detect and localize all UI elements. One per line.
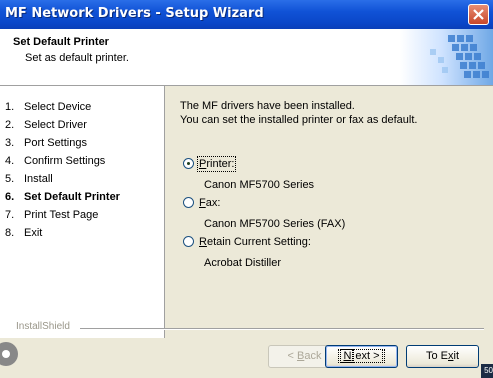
close-icon <box>473 9 484 20</box>
next-button[interactable]: Next > <box>325 345 398 368</box>
instructions: The MF drivers have been installed. You … <box>180 99 417 127</box>
step-item: 3. Port Settings <box>5 137 87 149</box>
instruction-line-1: The MF drivers have been installed. <box>180 100 355 112</box>
step-item: 4. Confirm Settings <box>5 155 106 167</box>
printer-name: Canon MF5700 Series <box>204 179 315 191</box>
step-item: 5. Install <box>5 173 53 185</box>
fax-name: Canon MF5700 Series (FAX) <box>204 218 346 230</box>
close-button[interactable] <box>468 4 489 25</box>
current-default-printer-name: Acrobat Distiller <box>204 257 282 269</box>
step-item: 8. Exit <box>5 227 43 239</box>
page-subtitle: Set as default printer. <box>25 52 129 64</box>
step-item: 1. Select Device <box>5 101 92 113</box>
instruction-line-2: You can set the installed printer or fax… <box>180 114 418 126</box>
fax-radio[interactable] <box>183 197 194 208</box>
step-item-current: 6. Set Default Printer <box>5 191 120 203</box>
step-item: 2. Select Driver <box>5 119 87 131</box>
footer-divider <box>80 328 484 330</box>
wizard-header: Set Default Printer Set as default print… <box>0 29 493 86</box>
window-title: MF Network Drivers - Setup Wizard <box>5 6 264 21</box>
step-item: 7. Print Test Page <box>5 209 99 221</box>
network-printer-graphic-icon <box>400 29 493 85</box>
printer-radio-label[interactable]: Printer: <box>196 156 237 172</box>
installshield-brand: InstallShield <box>16 321 70 332</box>
retain-setting-radio-label[interactable]: Retain Current Setting: <box>199 235 311 249</box>
title-bar[interactable]: MF Network Drivers - Setup Wizard <box>0 0 493 29</box>
overlay-circle-icon[interactable] <box>0 342 18 366</box>
retain-setting-radio[interactable] <box>183 236 194 247</box>
printer-radio[interactable] <box>183 158 194 169</box>
wizard-steps: 1. Select Device 2. Select Driver 3. Port S… <box>0 86 165 338</box>
page-title: Set Default Printer <box>13 36 109 48</box>
fax-radio-label[interactable]: Fax: <box>199 196 220 210</box>
corner-badge: 50 <box>481 364 493 378</box>
exit-button[interactable]: To Exit <box>406 345 479 368</box>
